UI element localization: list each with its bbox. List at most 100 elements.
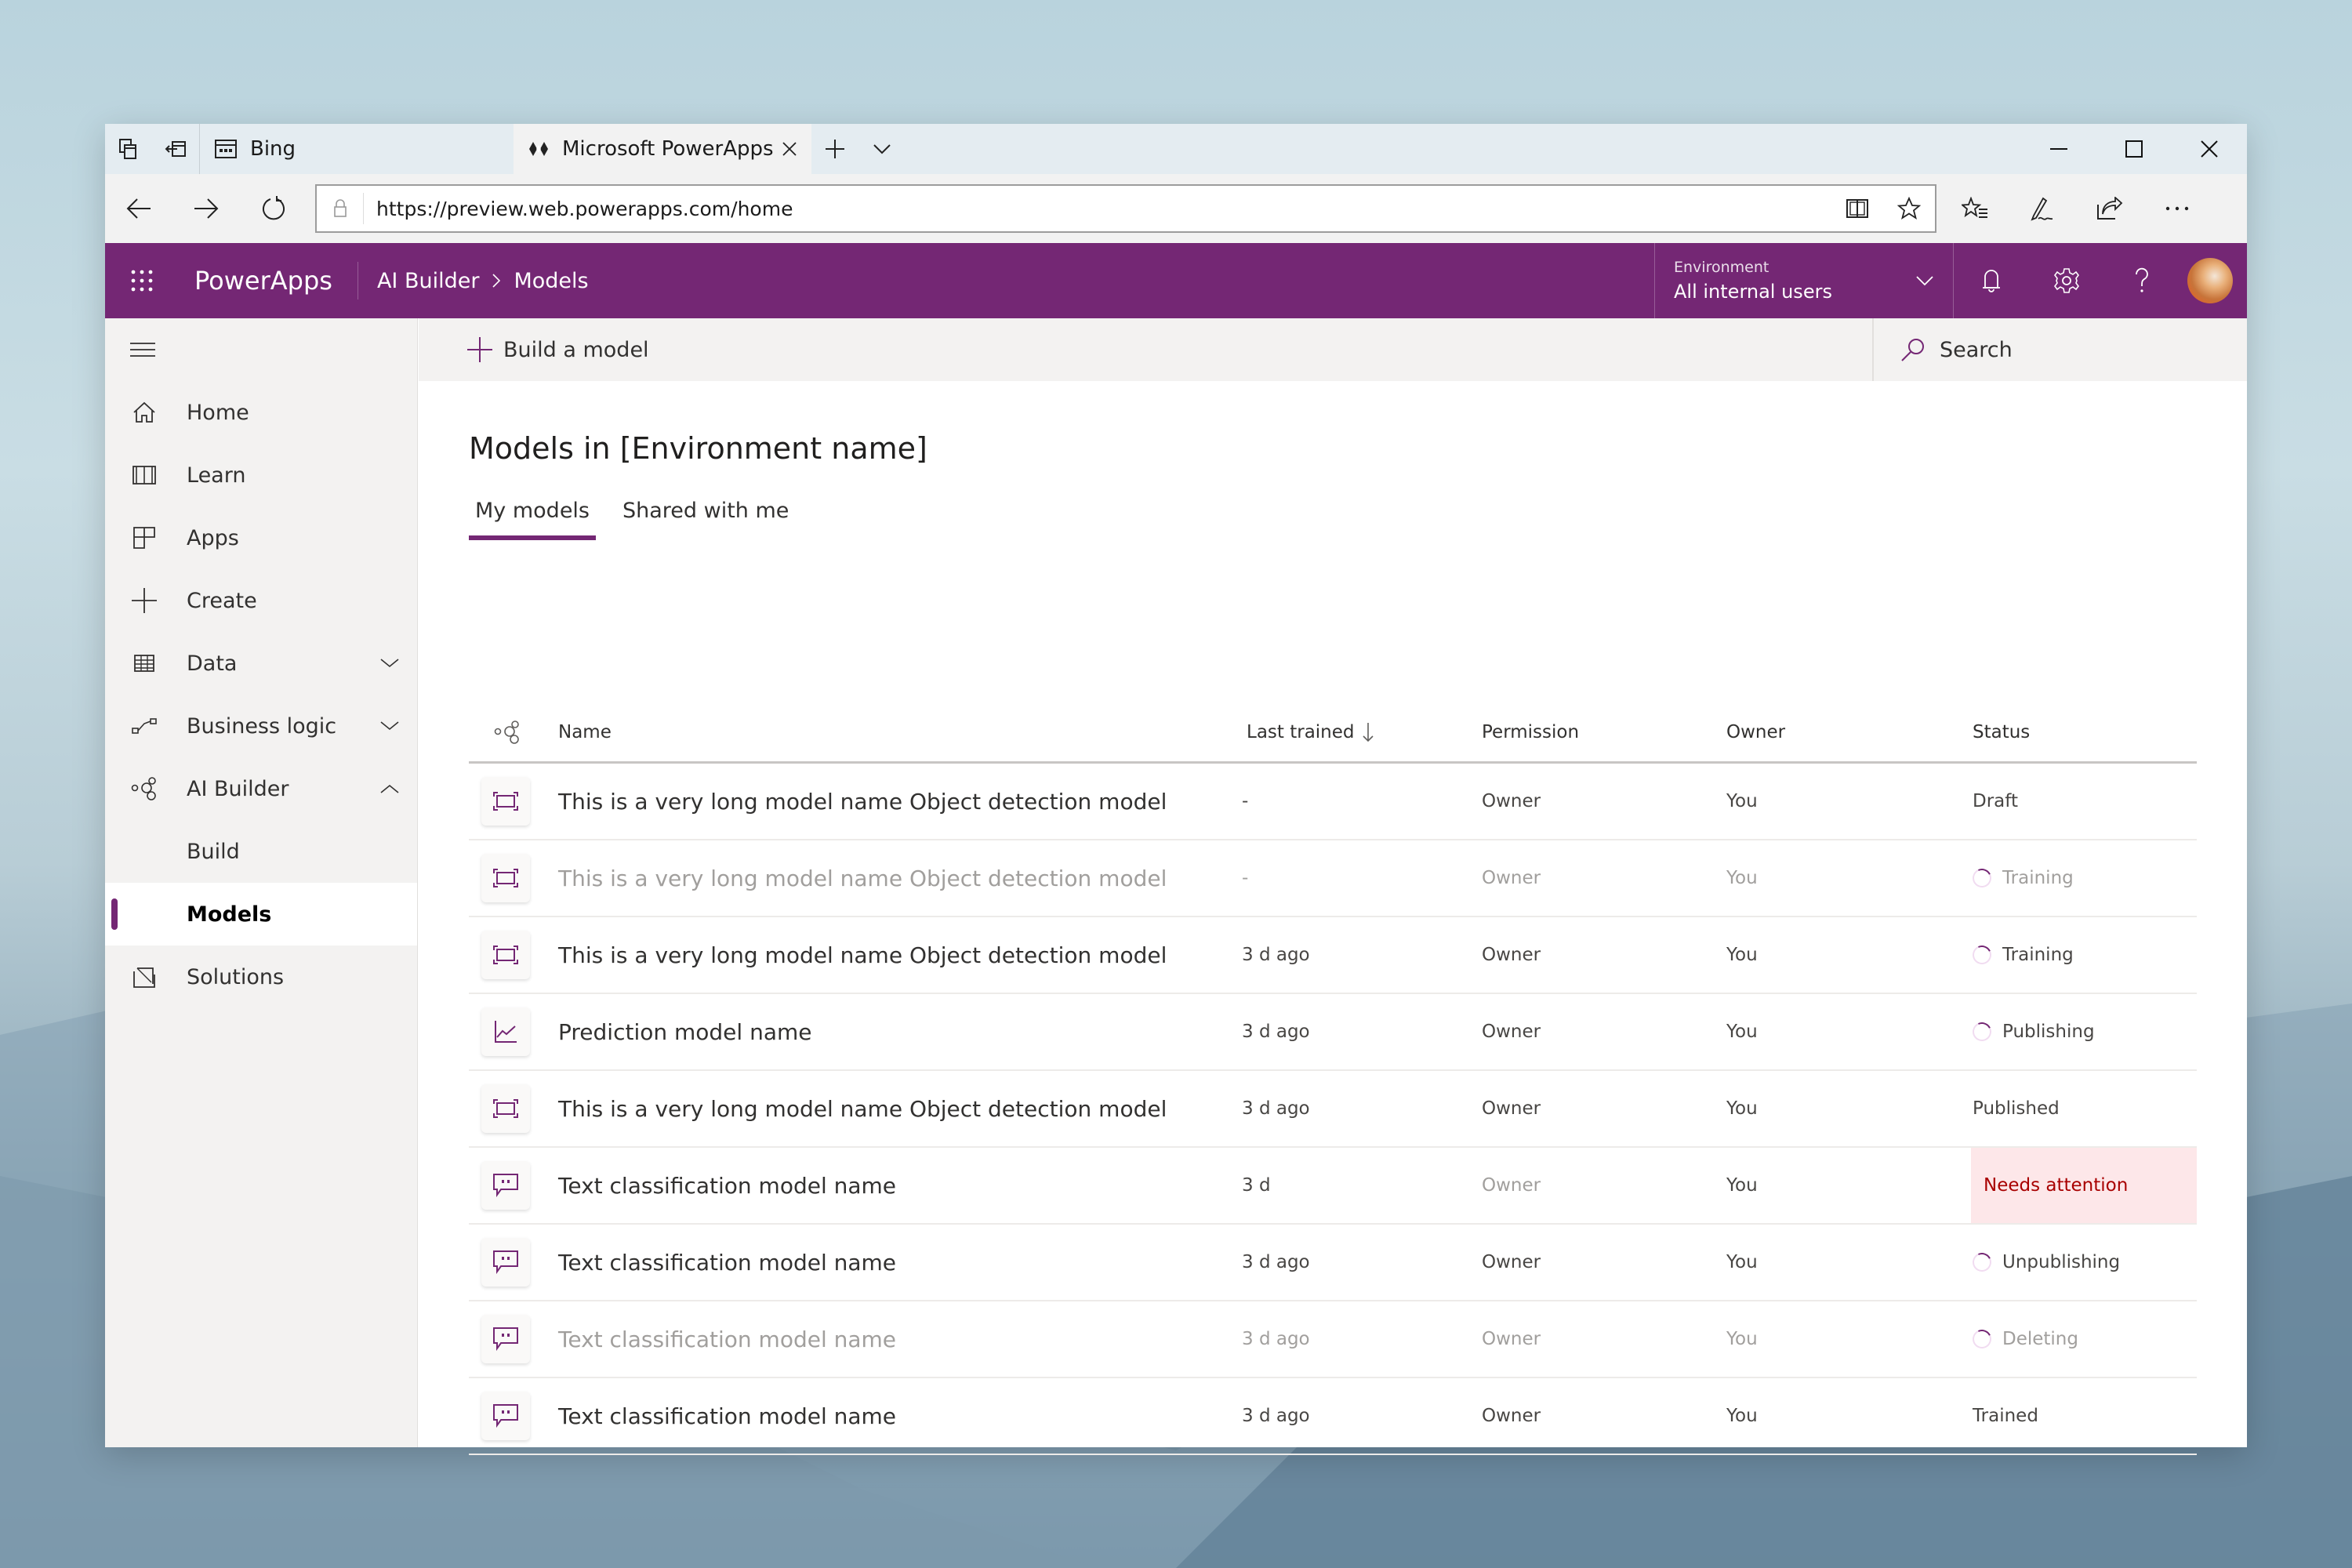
model-name[interactable]: This is a very long model name Object de…	[558, 866, 1242, 891]
sort-descending-icon	[1362, 722, 1374, 742]
text-classification-icon	[493, 1174, 518, 1197]
arrow-left-icon	[126, 198, 151, 219]
notifications-button[interactable]	[1954, 243, 2029, 318]
model-name[interactable]: Prediction model name	[558, 1019, 1242, 1045]
more-button[interactable]	[2143, 174, 2211, 243]
gear-icon	[2054, 268, 2079, 293]
model-name[interactable]: This is a very long model name Object de…	[558, 1096, 1242, 1122]
column-header-name[interactable]: Name	[558, 722, 1242, 742]
apps-icon	[133, 527, 155, 549]
model-type-cell	[469, 931, 558, 979]
search-box[interactable]: Search	[1872, 318, 2247, 381]
owner: You	[1726, 1098, 1758, 1119]
minimize-button[interactable]	[2021, 124, 2096, 174]
sidebar-item-build[interactable]: Build	[105, 820, 417, 883]
build-model-button[interactable]: Build a model	[419, 337, 649, 362]
breadcrumb-item-models[interactable]: Models	[514, 269, 588, 293]
sidebar-item-models[interactable]: Models	[105, 883, 417, 946]
plus-icon	[132, 588, 157, 613]
sidebar-item-apps[interactable]: Apps	[105, 506, 417, 569]
plus-icon	[826, 140, 844, 158]
table-row[interactable]: Text classification model name 3 d ago Own…	[469, 1378, 2197, 1455]
app-name[interactable]: PowerApps	[179, 262, 358, 299]
table-row[interactable]: This is a very long model name Object de…	[469, 1071, 2197, 1148]
forward-button[interactable]	[172, 174, 240, 243]
refresh-button[interactable]	[240, 174, 307, 243]
table-row[interactable]: Text classification model name 3 d Owner Yo…	[469, 1148, 2197, 1225]
table-row[interactable]: This is a very long model name Object de…	[469, 840, 2197, 917]
tab-shared-with-me[interactable]: Shared with me	[622, 499, 795, 540]
tab-my-models[interactable]: My models	[469, 499, 596, 540]
help-button[interactable]	[2104, 243, 2180, 318]
tab-preview-button[interactable]	[858, 124, 906, 174]
close-tab-icon[interactable]	[782, 141, 797, 157]
settings-button[interactable]	[2029, 243, 2104, 318]
favorites-hub-button[interactable]	[1941, 174, 2009, 243]
reading-view-icon	[1846, 199, 1868, 218]
model-name[interactable]: Text classification model name	[558, 1403, 1242, 1429]
maximize-icon	[2125, 140, 2143, 158]
sidebar-item-data[interactable]: Data	[105, 632, 417, 695]
new-tab-button[interactable]	[811, 124, 858, 174]
model-name[interactable]: This is a very long model name Object de…	[558, 942, 1242, 968]
model-type-cell	[469, 854, 558, 902]
owner: You	[1726, 1175, 1758, 1196]
bing-page-icon	[215, 140, 237, 158]
sidebar-item-learn[interactable]: Learn	[105, 444, 417, 506]
browser-tab-bing[interactable]: Bing	[200, 124, 514, 174]
table-row[interactable]: This is a very long model name Object de…	[469, 764, 2197, 840]
permission: Owner	[1482, 1406, 1541, 1426]
sidebar-item-label: Build	[187, 839, 240, 864]
model-type-cell	[469, 1315, 558, 1363]
column-header-last-trained[interactable]: Last trained	[1242, 722, 1482, 742]
model-name[interactable]: Text classification model name	[558, 1250, 1242, 1276]
reading-view-button[interactable]	[1831, 198, 1883, 220]
spinner-icon	[1969, 942, 1994, 967]
collapse-nav-button[interactable]	[105, 318, 417, 381]
sidebar-item-create[interactable]: Create	[105, 569, 417, 632]
table-row[interactable]: Text classification model name 3 d ago Own…	[469, 1301, 2197, 1378]
owner: You	[1726, 1406, 1758, 1426]
model-name[interactable]: Text classification model name	[558, 1173, 1242, 1199]
model-name[interactable]: Text classification model name	[558, 1327, 1242, 1352]
maximize-button[interactable]	[2096, 124, 2172, 174]
table-row[interactable]: This is a very long model name Object de…	[469, 917, 2197, 994]
tab-manager-button[interactable]	[105, 124, 152, 174]
web-note-button[interactable]	[2009, 174, 2076, 243]
breadcrumb-item-ai-builder[interactable]: AI Builder	[377, 269, 480, 293]
column-header-owner[interactable]: Owner	[1726, 722, 1971, 742]
sidebar-item-home[interactable]: Home	[105, 381, 417, 444]
share-button[interactable]	[2076, 174, 2143, 243]
environment-picker[interactable]: Environment All internal users	[1654, 243, 1954, 318]
url-text[interactable]: https://preview.web.powerapps.com/home	[364, 198, 1831, 220]
status-text: Trained	[1973, 1406, 2038, 1426]
chevron-right-icon	[492, 274, 501, 288]
sidebar-item-label: Home	[187, 400, 249, 425]
avatar[interactable]	[2187, 258, 2233, 303]
permission: Owner	[1482, 791, 1541, 811]
table-row[interactable]: Prediction model name 3 d ago Owner You Publ…	[469, 994, 2197, 1071]
close-window-button[interactable]	[2172, 124, 2247, 174]
status-cell: Published	[1971, 1071, 2197, 1146]
object-detection-icon	[493, 792, 518, 811]
sidebar-item-ai-builder[interactable]: AI Builder	[105, 757, 417, 820]
owner: You	[1726, 1252, 1758, 1272]
app-launcher-button[interactable]	[105, 269, 179, 292]
sidebar-item-business-logic[interactable]: Business logic	[105, 695, 417, 757]
command-bar: Build a model Search	[419, 318, 2247, 381]
favorite-button[interactable]	[1883, 197, 1935, 220]
address-bar[interactable]: https://preview.web.powerapps.com/home	[315, 184, 1936, 233]
permission: Owner	[1482, 945, 1541, 965]
column-header-permission[interactable]: Permission	[1482, 722, 1726, 742]
back-button[interactable]	[105, 174, 172, 243]
last-trained: -	[1242, 791, 1249, 811]
set-tabs-aside-button[interactable]	[152, 124, 199, 174]
table-row[interactable]: Text classification model name 3 d ago Own…	[469, 1225, 2197, 1301]
browser-tab-powerapps[interactable]: Microsoft PowerApps	[514, 124, 811, 174]
sidebar-item-solutions[interactable]: Solutions	[105, 946, 417, 1008]
model-name[interactable]: This is a very long model name Object de…	[558, 789, 1242, 815]
last-trained: 3 d ago	[1242, 1022, 1310, 1042]
search-icon	[1901, 339, 1924, 361]
sidebar-item-label: Learn	[187, 463, 246, 488]
column-header-status[interactable]: Status	[1971, 702, 2197, 761]
